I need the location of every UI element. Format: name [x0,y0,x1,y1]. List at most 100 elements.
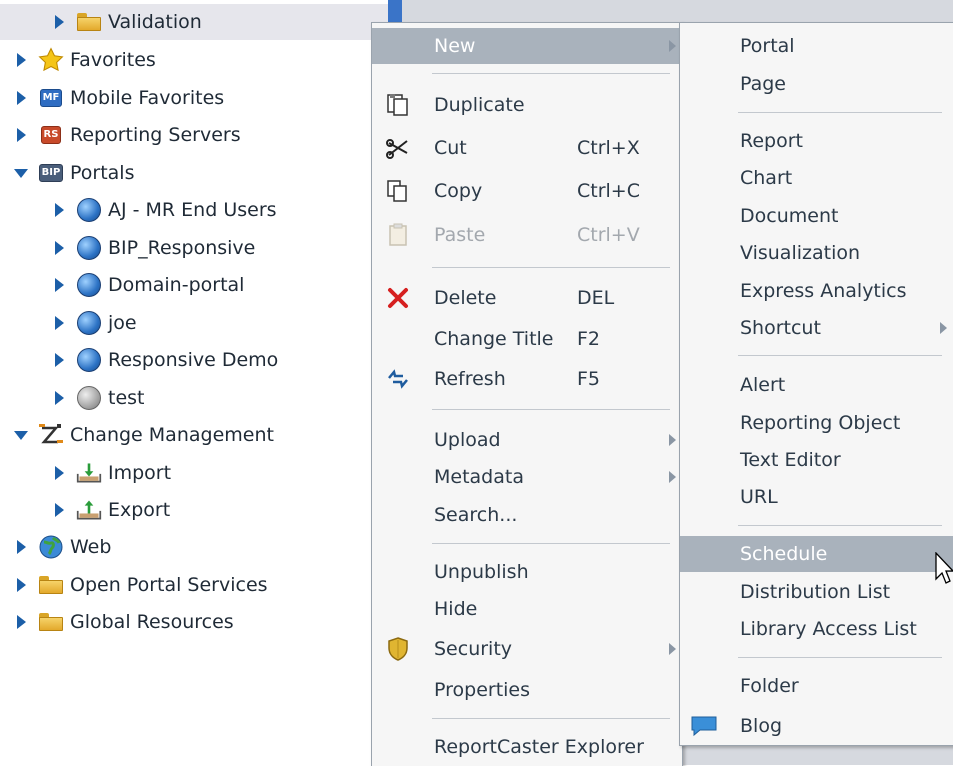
tree-item-portals[interactable]: BIP Portals [14,155,135,191]
submenu-item-report[interactable]: Report [680,123,953,159]
expand-arrow-icon[interactable] [52,202,66,218]
tree-item-label: Favorites [70,49,156,71]
menu-item-label: Schedule [740,543,828,565]
menu-separator [432,267,670,268]
expand-arrow-icon[interactable] [52,14,66,30]
expand-arrow-icon[interactable] [52,240,66,256]
tree-item-portal[interactable]: BIP_Responsive [52,230,255,266]
tree-item-portal[interactable]: Domain-portal [52,267,244,303]
tree-item-favorites[interactable]: Favorites [14,42,156,78]
tree-item-portal[interactable]: test [52,380,145,416]
submenu-item-schedule[interactable]: Schedule [680,536,953,572]
portal-globe-icon [76,272,102,298]
menu-item-label: Folder [740,675,799,697]
tree-item-open-portal-services[interactable]: Open Portal Services [14,567,268,603]
submenu-item-portal[interactable]: Portal [680,28,953,64]
submenu-item-distribution-list[interactable]: Distribution List [680,574,953,610]
expand-arrow-icon[interactable] [14,614,28,630]
tree-item-import[interactable]: Import [52,455,171,491]
submenu-item-url[interactable]: URL [680,479,953,515]
menu-separator [432,718,670,719]
submenu-item-chart[interactable]: Chart [680,160,953,196]
menu-item-refresh[interactable]: Refresh F5 [372,361,682,397]
menu-item-search[interactable]: Search... [372,497,682,533]
menu-item-label: ReportCaster Explorer [434,736,644,758]
menu-item-cut[interactable]: Cut Ctrl+X [372,130,682,166]
tree-item-change-management[interactable]: Change Management [14,417,274,453]
expand-arrow-icon[interactable] [52,502,66,518]
submenu-item-document[interactable]: Document [680,198,953,234]
submenu-item-page[interactable]: Page [680,66,953,102]
menu-item-label: Express Analytics [740,280,907,302]
menu-item-metadata[interactable]: Metadata [372,459,682,495]
expand-arrow-icon[interactable] [14,52,28,68]
menu-item-label: Copy [434,180,483,202]
menu-item-security[interactable]: Security [372,631,682,667]
menu-item-label: Visualization [740,242,861,264]
submenu-arrow-icon [669,471,676,483]
folder-icon [76,9,102,35]
collapse-arrow-icon[interactable] [14,165,28,181]
menu-item-label: URL [740,486,778,508]
menu-item-new[interactable]: New [372,28,682,64]
menu-item-properties[interactable]: Properties [372,672,682,708]
menu-item-paste[interactable]: Paste Ctrl+V [372,217,682,253]
expand-arrow-icon[interactable] [52,315,66,331]
menu-item-label: Security [434,638,513,660]
expand-arrow-icon[interactable] [52,390,66,406]
menu-item-copy[interactable]: Copy Ctrl+C [372,173,682,209]
submenu-item-alert[interactable]: Alert [680,367,953,403]
submenu-item-reporting-object[interactable]: Reporting Object [680,405,953,441]
submenu-item-library-access-list[interactable]: Library Access List [680,611,953,647]
menu-item-hide[interactable]: Hide [372,591,682,627]
submenu-item-text-editor[interactable]: Text Editor [680,442,953,478]
portal-globe-icon [76,235,102,261]
expand-arrow-icon[interactable] [14,90,28,106]
menu-item-reportcaster-explorer[interactable]: ReportCaster Explorer [372,729,682,765]
expand-arrow-icon[interactable] [14,539,28,555]
portal-globe-icon [76,197,102,223]
menu-item-unpublish[interactable]: Unpublish [372,554,682,590]
tree-item-label: Import [108,462,172,484]
expand-arrow-icon[interactable] [52,352,66,368]
submenu-item-shortcut[interactable]: Shortcut [680,310,953,346]
menu-item-label: Unpublish [434,561,529,583]
menu-separator [432,543,670,544]
submenu-item-visualization[interactable]: Visualization [680,235,953,271]
tree-item-portal[interactable]: Responsive Demo [52,342,278,378]
tree-item-export[interactable]: Export [52,492,170,528]
submenu-item-express-analytics[interactable]: Express Analytics [680,273,953,309]
expand-arrow-icon[interactable] [52,277,66,293]
tree-item-mobile-favorites[interactable]: MF Mobile Favorites [14,80,224,116]
menu-item-label: Properties [434,679,531,701]
expand-arrow-icon[interactable] [14,127,28,143]
export-icon [76,497,102,523]
menu-item-label: Change Title [434,328,554,350]
tree-item-label: test [108,387,145,409]
menu-item-change-title[interactable]: Change Title F2 [372,321,682,357]
copy-icon [384,177,412,205]
tree-item-label: Global Resources [70,611,234,633]
tree-item-web[interactable]: Web [14,529,111,565]
web-globe-icon [38,534,64,560]
collapse-arrow-icon[interactable] [14,427,28,443]
menu-item-upload[interactable]: Upload [372,422,682,458]
submenu-item-folder[interactable]: Folder [680,668,953,704]
menu-separator [738,112,942,113]
tree-item-portal[interactable]: joe [52,305,137,341]
submenu-item-blog[interactable]: Blog [680,708,953,744]
menu-separator [738,355,942,356]
tree-item-reporting-servers[interactable]: RS Reporting Servers [14,117,241,153]
tree-item-global-resources[interactable]: Global Resources [14,604,234,640]
tree-item-label: Change Management [70,424,274,446]
menu-item-label: Paste [434,224,486,246]
delete-x-icon [384,284,412,312]
menu-item-delete[interactable]: Delete DEL [372,280,682,316]
menu-item-duplicate[interactable]: Duplicate [372,87,682,123]
tree-item-portal[interactable]: AJ - MR End Users [52,192,277,228]
speech-bubble-icon [690,712,718,740]
shield-icon [384,635,412,663]
expand-arrow-icon[interactable] [14,577,28,593]
expand-arrow-icon[interactable] [52,465,66,481]
shortcut-label: DEL [577,287,615,309]
